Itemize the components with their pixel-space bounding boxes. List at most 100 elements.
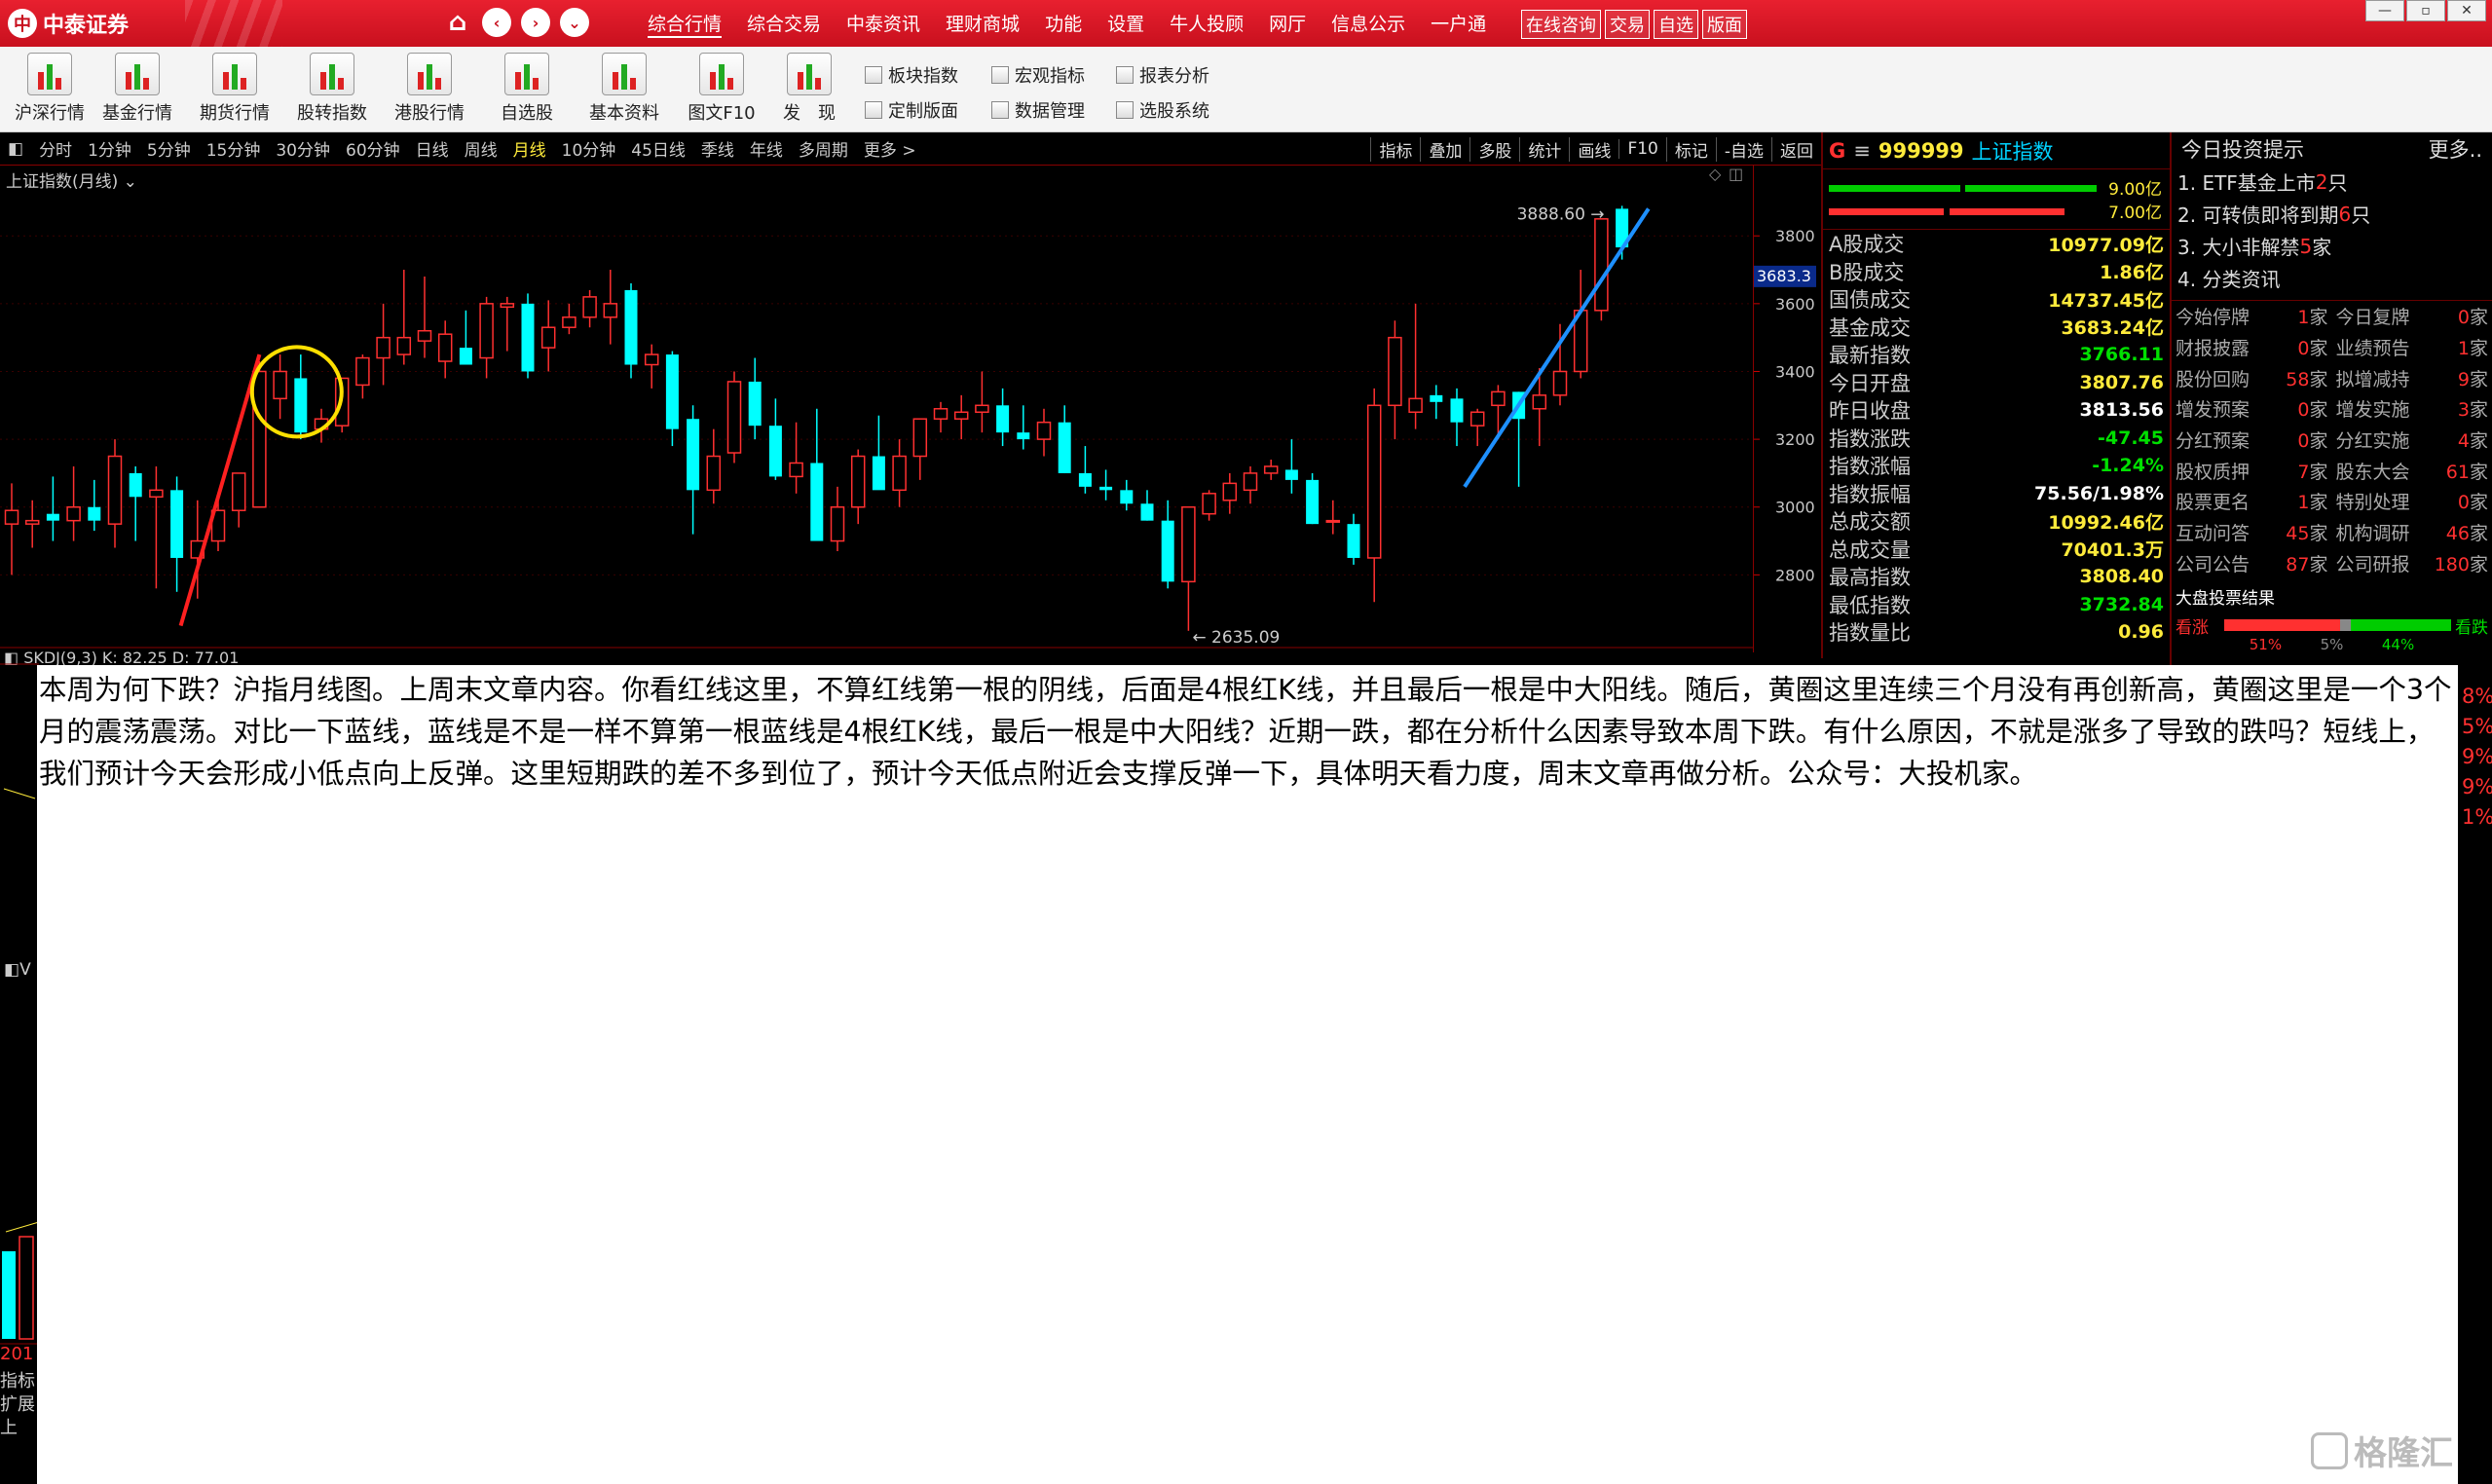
stat-cell[interactable]: 今日复牌 0家 (2332, 303, 2492, 329)
toolbar-button[interactable]: 发 现 (765, 53, 853, 129)
chart-tool-button[interactable]: 多股 (1469, 136, 1519, 162)
candle-body[interactable] (644, 353, 659, 366)
top-menu-item[interactable]: 网厅 (1269, 10, 1306, 38)
toolbar-small-button[interactable]: 宏观指标 (991, 62, 1085, 88)
chart-diamond-icon[interactable]: ◇ (1709, 166, 1722, 183)
stat-cell[interactable]: 今始停牌 1家 (2172, 303, 2332, 329)
top-menu-item[interactable]: 理财商城 (946, 10, 1020, 38)
candle-body[interactable] (1430, 394, 1443, 402)
stat-cell[interactable]: 财报披露 0家 (2172, 334, 2332, 360)
candle-body[interactable] (1140, 503, 1154, 521)
candle-body[interactable] (872, 456, 885, 491)
period-tab[interactable]: 多周期 (791, 136, 856, 161)
toolbar-button[interactable]: 股转指数 (288, 53, 376, 129)
candle-body[interactable] (810, 463, 824, 541)
period-tab[interactable]: 周线 (457, 136, 505, 161)
tip-item[interactable]: 1. ETF基金上市 2 只 (2172, 166, 2492, 198)
candle-body[interactable] (953, 411, 969, 420)
stat-cell[interactable]: 特别处理 0家 (2332, 488, 2492, 514)
period-tab[interactable]: 30分钟 (268, 136, 338, 161)
top-menu-item[interactable]: 牛人投顾 (1170, 10, 1244, 38)
candle-body[interactable] (500, 303, 515, 309)
candle-body[interactable] (1099, 486, 1113, 491)
toolbar-small-button[interactable]: 板块指数 (865, 62, 958, 88)
toolbar-small-button[interactable]: 数据管理 (991, 97, 1085, 123)
candle-body[interactable] (665, 354, 679, 429)
toolbar-button[interactable]: 基本资料 (580, 53, 668, 129)
candle-body[interactable] (417, 329, 432, 342)
layout-toggle-icon[interactable]: ◧ (0, 139, 31, 159)
dropdown-icon[interactable]: ⌄ (560, 8, 589, 37)
stat-cell[interactable]: 拟增减持 9家 (2332, 365, 2492, 391)
candle-body[interactable] (1388, 336, 1402, 407)
candle-body[interactable] (1263, 465, 1279, 474)
period-tab[interactable]: 15分钟 (199, 136, 269, 161)
bottom-left-tab[interactable]: 扩展 (0, 1391, 39, 1415)
stat-cell[interactable]: 增发预案 0家 (2172, 395, 2332, 422)
candle-body[interactable] (789, 462, 803, 478)
top-button[interactable]: 交易 (1605, 10, 1650, 39)
period-tab[interactable]: 分时 (31, 136, 80, 161)
period-tab[interactable]: 日线 (408, 136, 457, 161)
candle-body[interactable] (88, 506, 101, 521)
toolbar-small-button[interactable]: 报表分析 (1116, 62, 1209, 88)
toolbar-small-button[interactable]: 定制版面 (865, 97, 958, 123)
candle-body[interactable] (479, 303, 494, 359)
stat-cell[interactable]: 公司研报 180家 (2332, 550, 2492, 576)
stat-cell[interactable]: 股东大会 61家 (2332, 458, 2492, 484)
candle-body[interactable] (1202, 493, 1216, 515)
candle-body[interactable] (1532, 394, 1547, 410)
candle-body[interactable] (252, 370, 267, 508)
top-button[interactable]: 自选 (1654, 10, 1698, 39)
candle-body[interactable] (396, 336, 412, 355)
candle-body[interactable] (1284, 469, 1298, 480)
stat-cell[interactable]: 股票更名 1家 (2172, 488, 2332, 514)
top-menu-item[interactable]: 综合交易 (747, 10, 821, 38)
bottom-left-tab[interactable]: 201 (0, 1344, 39, 1367)
candle-body[interactable] (149, 489, 164, 499)
kline-chart[interactable]: 3888.60 → ← 2635.09 ◇ ◫ (0, 166, 1753, 652)
period-tab[interactable]: 45日线 (623, 136, 693, 161)
tip-item[interactable]: 3. 大小非解禁 5家 (2172, 230, 2492, 262)
candle-body[interactable] (376, 336, 391, 359)
chart-options-icon[interactable]: ⌄ (124, 172, 137, 192)
candle-body[interactable] (975, 404, 989, 414)
candle-body[interactable] (562, 316, 577, 328)
minimize-icon[interactable]: — (2365, 0, 2404, 21)
period-tab[interactable]: 1分钟 (80, 136, 139, 161)
index-name[interactable]: 上证指数 (1972, 136, 2054, 166)
candle-body[interactable] (1366, 404, 1382, 559)
candle-body[interactable] (706, 455, 722, 492)
period-tab[interactable]: 季线 (693, 136, 742, 161)
candle-body[interactable] (1408, 397, 1423, 414)
chart-tool-button[interactable]: -自选 (1715, 136, 1771, 162)
chart-tool-button[interactable]: 画线 (1569, 136, 1618, 162)
candle-body[interactable] (1078, 472, 1092, 487)
toolbar-button[interactable]: 期货行情 (191, 53, 279, 129)
chart-resize-icon[interactable]: ◫ (1729, 166, 1743, 183)
toolbar-button[interactable]: 图文F10 (678, 53, 765, 129)
candle-body[interactable] (624, 289, 638, 365)
candle-body[interactable] (4, 509, 19, 525)
candle-body[interactable] (1222, 482, 1238, 501)
candle-body[interactable] (540, 326, 556, 349)
toolbar-button[interactable]: 港股行情 (386, 53, 473, 129)
top-menu-item[interactable]: 功能 (1045, 10, 1082, 38)
bottom-left-tab[interactable]: 上 (0, 1414, 39, 1438)
candle-body[interactable] (912, 418, 928, 458)
candle-body[interactable] (107, 455, 123, 525)
tips-more-link[interactable]: 更多.. (2429, 134, 2482, 164)
period-tab[interactable]: 月线 (505, 136, 554, 161)
stat-cell[interactable]: 机构调研 46家 (2332, 519, 2492, 545)
chart-tool-button[interactable]: 指标 (1370, 136, 1420, 162)
candle-body[interactable] (768, 426, 782, 477)
candle-body[interactable] (437, 333, 453, 362)
maximize-icon[interactable]: ▫ (2406, 0, 2445, 21)
candle-body[interactable] (687, 419, 700, 491)
candle-body[interactable] (1120, 490, 1134, 504)
back-icon[interactable]: ‹ (482, 8, 511, 37)
candle-body[interactable] (1552, 370, 1568, 396)
candle-body[interactable] (1058, 422, 1071, 473)
close-icon[interactable]: ✕ (2447, 0, 2486, 21)
candle-body[interactable] (1161, 520, 1174, 582)
